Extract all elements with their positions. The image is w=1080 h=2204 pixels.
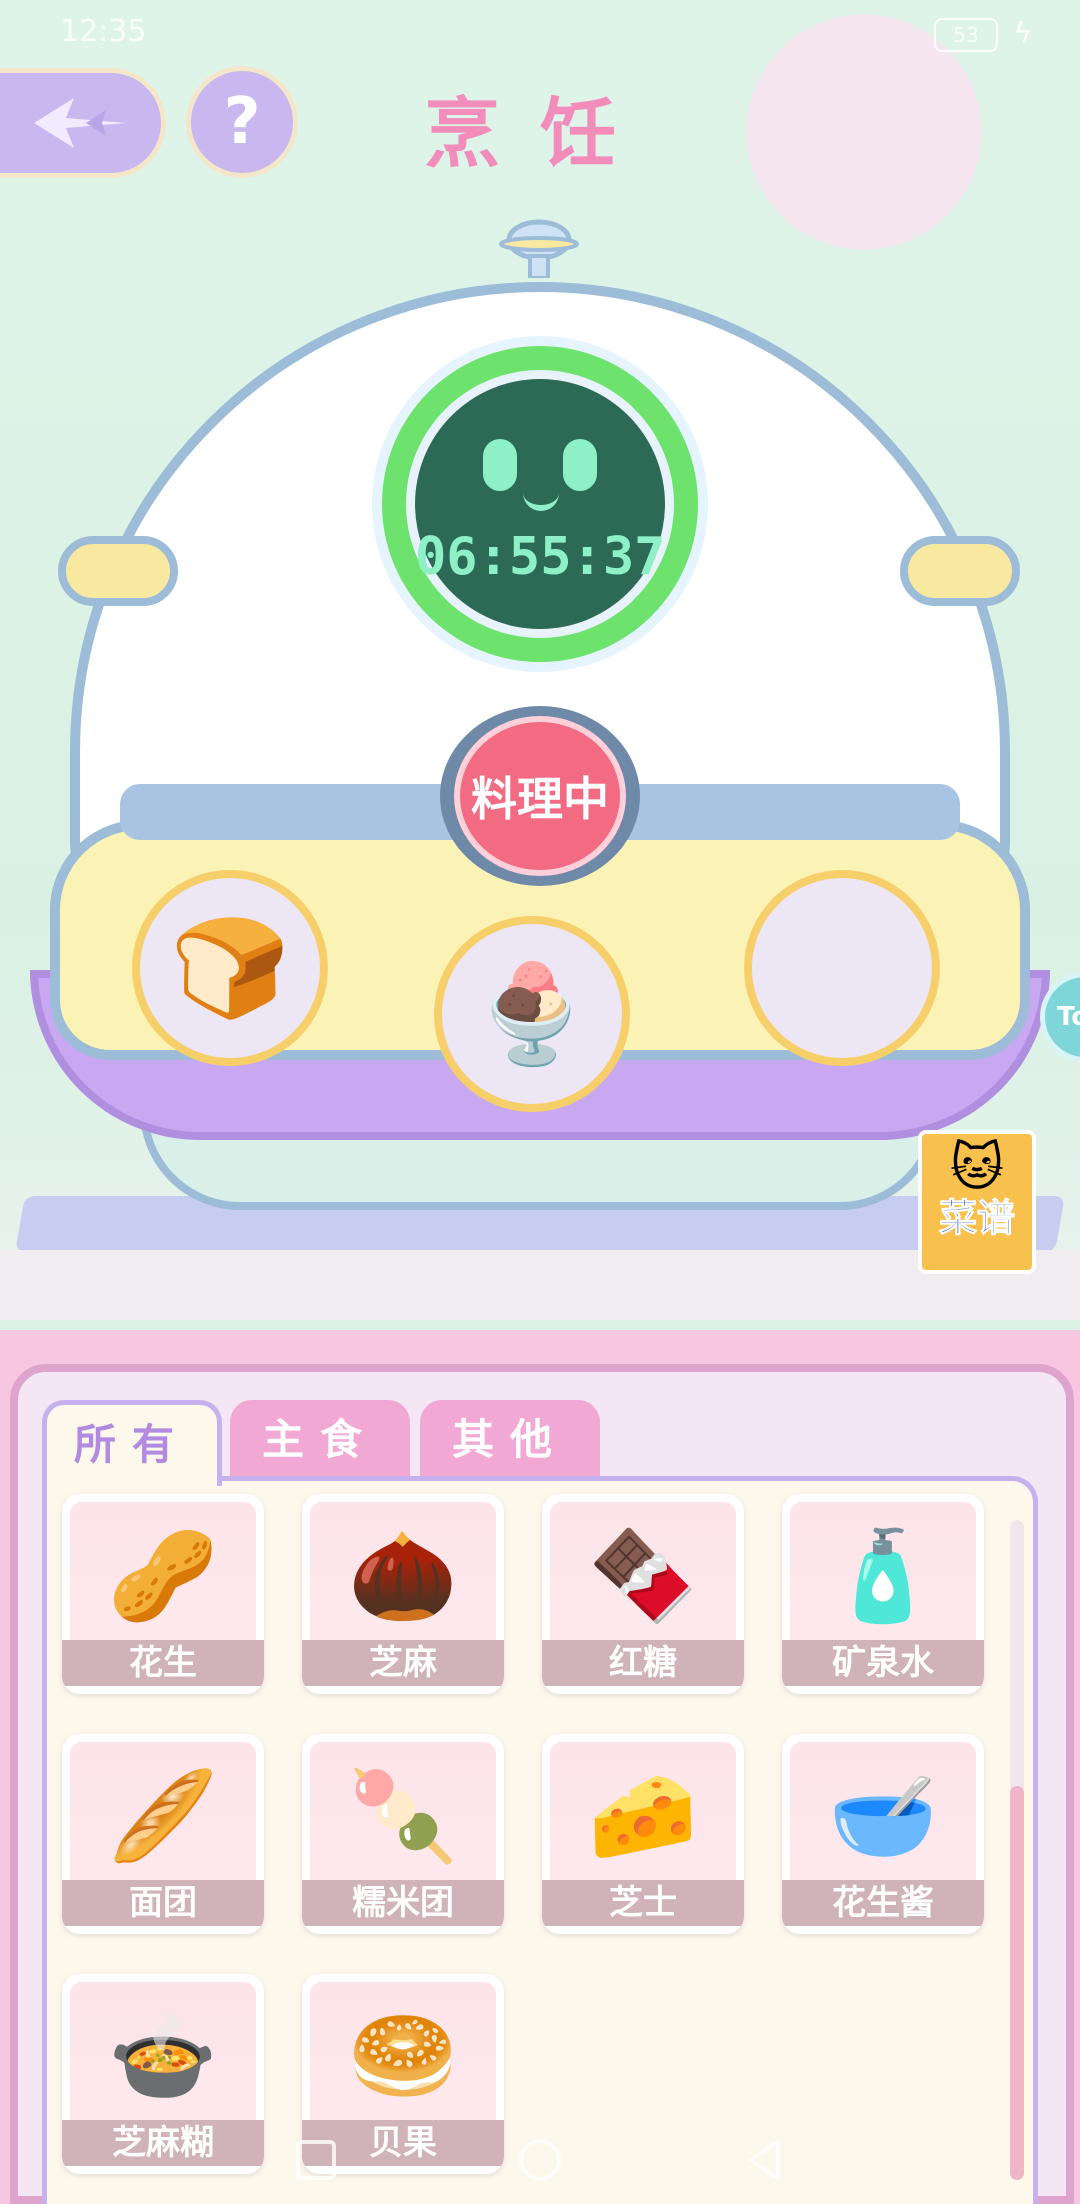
battery-indicator: 53 [934, 18, 998, 52]
ingredient-name: 芝士 [542, 1880, 744, 1926]
timer-progress-ring: 06:55:37 [382, 346, 698, 662]
scrollbar-thumb[interactable] [1010, 1786, 1024, 2180]
ingredient-name: 糯米团 [302, 1880, 504, 1926]
robot-face: 06:55:37 [415, 379, 665, 629]
ingredient-card-dough[interactable]: 🥖 面团 [62, 1734, 264, 1934]
machine-knob-icon [499, 219, 579, 278]
tab-all[interactable]: 所有 [42, 1400, 222, 1486]
robot-mouth [523, 487, 559, 511]
ingredient-name: 红糖 [542, 1640, 744, 1686]
back-nav-icon[interactable] [740, 2136, 788, 2184]
timer-countdown: 06:55:37 [415, 527, 666, 587]
cooking-timer: 06:55:37 [372, 336, 708, 672]
dough-tray-icon: 🥖 [70, 1742, 256, 1890]
ingredient-card-cheese[interactable]: 🧀 芝士 [542, 1734, 744, 1934]
tab-other[interactable]: 其他 [420, 1400, 600, 1480]
ingredient-name: 花生 [62, 1640, 264, 1686]
ingredient-name: 花生酱 [782, 1880, 984, 1926]
bread-icon: 🍞 [170, 911, 290, 1024]
peanut-butter-bowl-icon: 🥣 [790, 1742, 976, 1890]
ingredient-card-peanut[interactable]: 🥜 花生 [62, 1494, 264, 1694]
ingredient-card-sesame[interactable]: 🌰 芝麻 [302, 1494, 504, 1694]
machine-handle-right [900, 536, 1020, 606]
sesame-paste-bowl-icon: 🍲 [70, 1982, 256, 2130]
water-bottle-icon: 🧴 [790, 1502, 976, 1650]
recipe-book-label: 菜谱 [938, 1196, 1015, 1240]
ingredient-slot-1[interactable]: 🍞 [132, 870, 328, 1066]
charging-icon: ϟ [1013, 16, 1032, 49]
recipe-book-button[interactable]: 🐱 菜谱 [918, 1130, 1036, 1274]
chef-cat-icon: 🐱 [949, 1138, 1005, 1198]
ingredient-name: 芝麻 [302, 1640, 504, 1686]
status-time: 12:35 [60, 14, 147, 49]
ingredient-name: 面团 [62, 1880, 264, 1926]
robot-eye-right [563, 439, 597, 491]
cream-bowl-icon: 🍨 [472, 957, 592, 1070]
page-title: 烹饪 [424, 89, 656, 178]
ingredient-slot-2[interactable]: 🍨 [434, 916, 630, 1112]
ingredient-name: 矿泉水 [782, 1640, 984, 1686]
ingredient-card-brown-sugar[interactable]: 🍫 红糖 [542, 1494, 744, 1694]
tab-staple[interactable]: 主食 [230, 1400, 410, 1480]
cooking-status-label: 料理中 [454, 716, 626, 876]
ingredient-card-rice-ball[interactable]: 🍡 糯米团 [302, 1734, 504, 1934]
recent-apps-icon[interactable] [292, 2136, 340, 2184]
system-nav-bar [0, 2124, 1080, 2204]
peanut-bag-icon: 🥜 [70, 1502, 256, 1650]
cooking-status-button[interactable]: 料理中 [440, 706, 640, 886]
cheese-icon: 🧀 [550, 1742, 736, 1890]
home-icon[interactable] [516, 2136, 564, 2184]
machine-handle-left [58, 536, 178, 606]
rice-ball-bowl-icon: 🍡 [310, 1742, 496, 1890]
sesame-sack-icon: 🌰 [310, 1502, 496, 1650]
ingredient-card-peanut-butter[interactable]: 🥣 花生酱 [782, 1734, 984, 1934]
brown-sugar-icon: 🍫 [550, 1502, 736, 1650]
ingredient-card-water[interactable]: 🧴 矿泉水 [782, 1494, 984, 1694]
bagel-icon: 🥯 [310, 1982, 496, 2130]
ingredient-slot-3[interactable] [744, 870, 940, 1066]
robot-eye-left [483, 439, 517, 491]
